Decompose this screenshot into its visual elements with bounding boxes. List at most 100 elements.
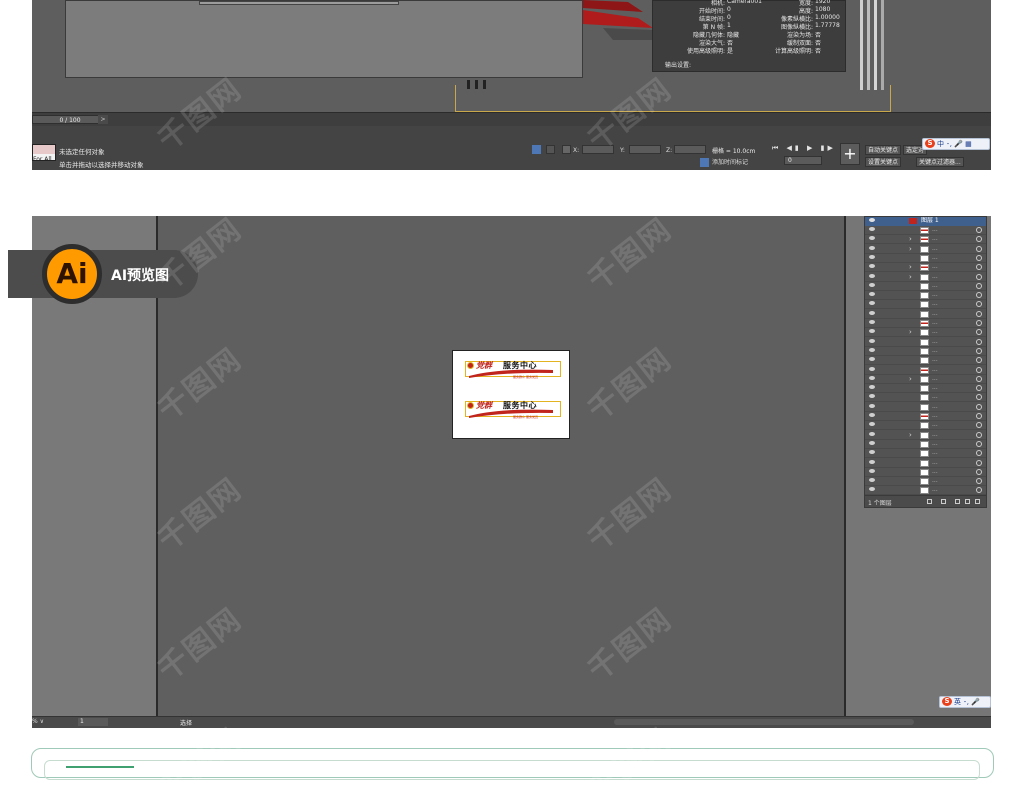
sublayer-row[interactable]: ›... (865, 245, 986, 254)
sublayer-row[interactable]: ... (865, 338, 986, 347)
sublayer-row[interactable]: ... (865, 319, 986, 328)
target-circle-icon[interactable] (976, 403, 982, 410)
visibility-eye-icon[interactable] (869, 320, 875, 324)
zoom-dropdown[interactable]: % ∨ (32, 718, 44, 725)
sublayer-row[interactable]: ... (865, 440, 986, 449)
visibility-eye-icon[interactable] (869, 254, 875, 259)
target-circle-icon[interactable] (976, 478, 982, 485)
ime-toolbar-bottom[interactable]: S英 ･, 🎤 (939, 696, 991, 708)
sublayer-row[interactable]: ... (865, 282, 986, 291)
target-circle-icon[interactable] (976, 459, 982, 466)
target-circle-icon[interactable] (976, 245, 982, 252)
visibility-eye-icon[interactable] (869, 338, 875, 343)
expand-arrow-icon[interactable]: › (909, 431, 912, 439)
frame-counter[interactable]: 0 / 100 (32, 115, 108, 124)
sublayer-row[interactable]: ... (865, 347, 986, 356)
target-circle-icon[interactable] (976, 227, 982, 233)
target-circle-icon[interactable] (976, 440, 982, 447)
sublayer-row[interactable]: ›... (865, 235, 986, 245)
visibility-eye-icon[interactable] (869, 282, 875, 287)
playback-controls[interactable]: ⏮ ◀▮ ▶ ▮▶ ⏭ (772, 144, 850, 153)
sublayer-row[interactable]: ... (865, 393, 986, 403)
lock-icon[interactable] (546, 145, 555, 154)
sublayer-row[interactable]: ... (865, 468, 986, 477)
illustrator-canvas[interactable]: 党群 服务中心 服务群众 服务党员 党群 服务中心 服务群众 服务党员 (160, 216, 844, 716)
visibility-eye-icon[interactable] (869, 487, 875, 492)
sublayer-row[interactable]: ... (865, 421, 986, 431)
time-slider[interactable]: 0 / 100 > (32, 112, 991, 126)
visibility-eye-icon[interactable] (869, 292, 875, 297)
artboard[interactable]: 党群 服务中心 服务群众 服务党员 党群 服务中心 服务群众 服务党员 (452, 350, 570, 439)
visibility-eye-icon[interactable] (869, 273, 875, 278)
target-circle-icon[interactable] (976, 422, 982, 429)
horizontal-scrollbar[interactable] (614, 719, 914, 725)
visibility-eye-icon[interactable] (869, 394, 875, 399)
sublayer-row[interactable]: ... (865, 226, 986, 235)
visibility-eye-icon[interactable] (869, 218, 875, 222)
delete-layer-icon[interactable] (975, 499, 980, 504)
expand-arrow-icon[interactable]: › (909, 375, 912, 383)
target-circle-icon[interactable] (976, 366, 982, 373)
target-circle-icon[interactable] (976, 450, 982, 457)
visibility-eye-icon[interactable] (869, 375, 875, 380)
visibility-eye-icon[interactable] (869, 329, 875, 334)
sublayer-row[interactable]: ... (865, 291, 986, 301)
sublayer-row[interactable]: ›... (865, 431, 986, 440)
target-circle-icon[interactable] (976, 431, 982, 438)
sublayer-row[interactable]: ... (865, 403, 986, 412)
target-circle-icon[interactable] (976, 347, 982, 354)
visibility-eye-icon[interactable] (869, 357, 875, 362)
expand-arrow-icon[interactable]: › (909, 263, 912, 271)
locate-object-icon[interactable] (941, 499, 946, 504)
sublayer-row[interactable]: ›... (865, 375, 986, 384)
visibility-eye-icon[interactable] (869, 264, 875, 269)
visibility-eye-icon[interactable] (869, 468, 875, 473)
sign-graphic-2[interactable]: 党群 服务中心 服务群众 服务党员 (465, 399, 561, 422)
target-circle-icon[interactable] (976, 385, 982, 392)
max-viewport[interactable]: 相机: Camera001 开始时间: 0 结束时间: 0 第 N 帧: 1 隐藏几何体: 隐藏渲… (32, 0, 991, 112)
layer-1-row[interactable]: 图层 1 (865, 217, 986, 226)
target-circle-icon[interactable] (976, 468, 982, 475)
sublayer-row[interactable]: ... (865, 384, 986, 394)
visibility-eye-icon[interactable] (869, 301, 875, 306)
new-layer-icon[interactable] (965, 499, 970, 504)
collect-export-icon[interactable] (927, 499, 932, 504)
y-coord-field[interactable] (629, 145, 661, 154)
visibility-eye-icon[interactable] (869, 245, 875, 250)
sublayer-row[interactable]: ›... (865, 263, 986, 273)
target-circle-icon[interactable] (976, 236, 982, 243)
sublayer-row[interactable]: ... (865, 477, 986, 487)
expand-arrow-icon[interactable]: › (909, 328, 912, 336)
target-circle-icon[interactable] (976, 487, 982, 494)
add-time-tag-button[interactable]: 添加时间标记 (700, 157, 752, 167)
visibility-eye-icon[interactable] (869, 236, 875, 241)
next-frame-button[interactable]: > (98, 115, 108, 124)
target-circle-icon[interactable] (976, 273, 982, 280)
set-key-button[interactable]: 设置关键点 (865, 157, 902, 167)
key-filters-button[interactable]: 关键点过滤器... (916, 157, 964, 167)
visibility-eye-icon[interactable] (869, 366, 875, 371)
visibility-eye-icon[interactable] (869, 431, 875, 436)
target-circle-icon[interactable] (976, 301, 982, 308)
visibility-eye-icon[interactable] (869, 403, 875, 408)
new-sublayer-icon[interactable] (955, 499, 960, 504)
absolute-mode-icon[interactable] (562, 145, 571, 154)
expand-arrow-icon[interactable]: › (909, 245, 912, 253)
layers-panel[interactable]: 图层 1 ... ›... ›...... ›... ›................… (864, 216, 987, 508)
sign-graphic-1[interactable]: 党群 服务中心 服务群众 服务党员 (465, 359, 561, 382)
target-circle-icon[interactable] (976, 282, 982, 289)
visibility-eye-icon[interactable] (869, 227, 875, 231)
sublayer-row[interactable]: ... (865, 254, 986, 263)
target-circle-icon[interactable] (976, 329, 982, 336)
key-mode-button[interactable]: + (840, 143, 860, 165)
visibility-eye-icon[interactable] (869, 413, 875, 417)
sublayer-row[interactable]: ... (865, 366, 986, 375)
target-circle-icon[interactable] (976, 254, 982, 261)
maxscript-listener[interactable]: For All (32, 144, 56, 163)
expand-arrow-icon[interactable]: › (909, 273, 912, 281)
visibility-eye-icon[interactable] (869, 310, 875, 315)
auto-key-button[interactable]: 自动关键点 (865, 145, 902, 155)
target-circle-icon[interactable] (976, 338, 982, 345)
sublayer-row[interactable]: ... (865, 412, 986, 421)
artboard-navigator[interactable]: 1 (78, 718, 108, 726)
